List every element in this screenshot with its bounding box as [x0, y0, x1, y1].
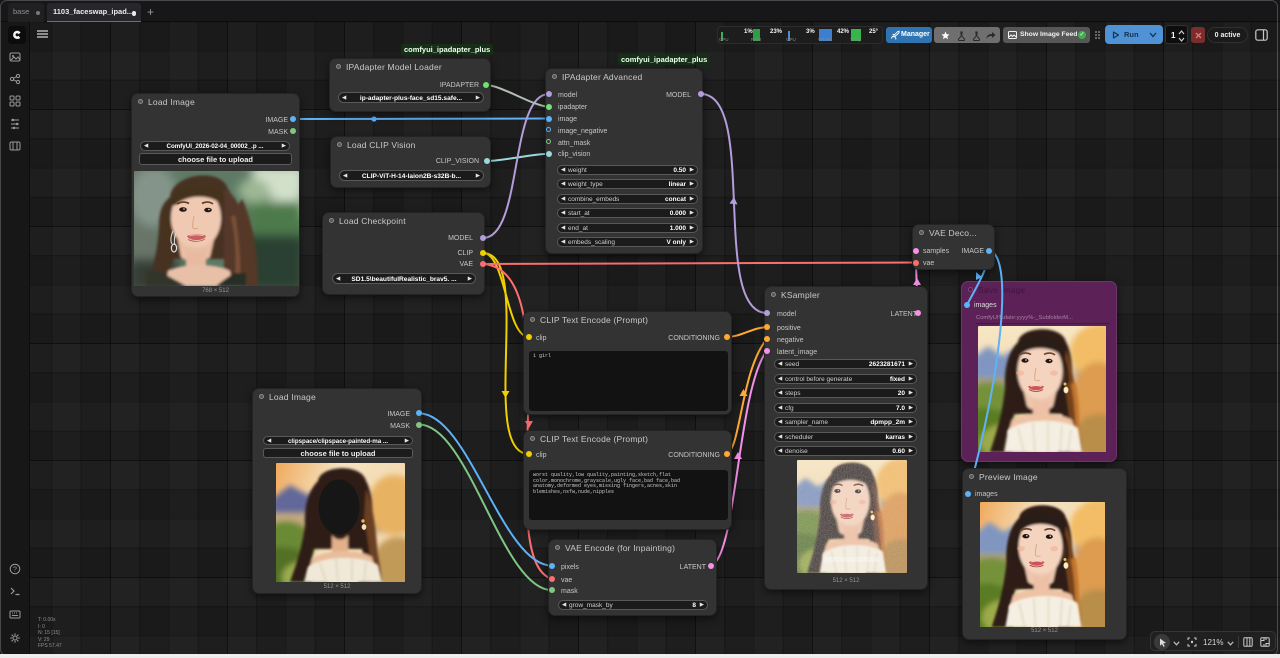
svg-text:?: ?	[13, 566, 17, 573]
